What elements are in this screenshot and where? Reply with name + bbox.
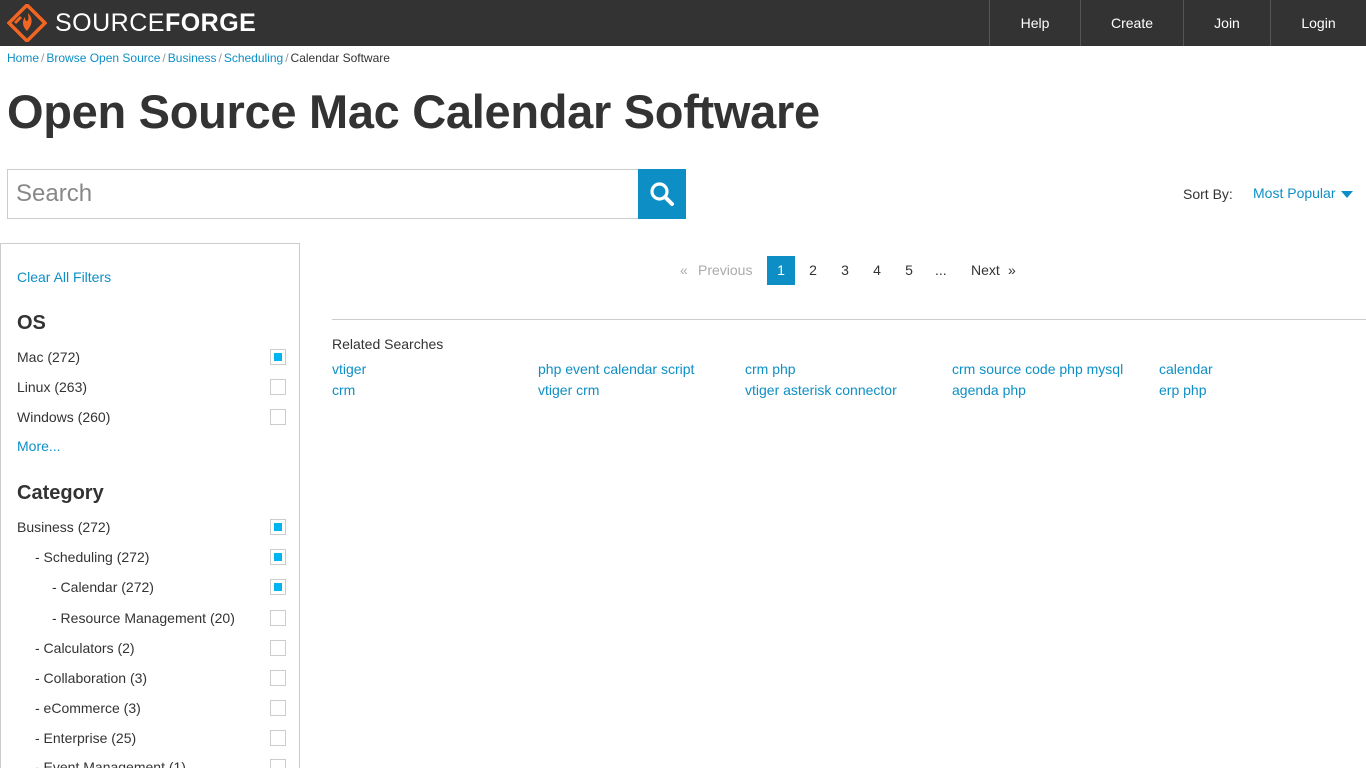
filter-category-ecommerce[interactable]: - eCommerce (3) [17,698,287,718]
filter-checkbox[interactable] [270,700,286,716]
pagination-page-4[interactable]: 4 [863,256,891,285]
filter-label: Windows (260) [17,409,111,425]
logo-wordmark: SOURCEFORGE [55,8,257,37]
related-search-link[interactable]: erp php [1159,382,1206,398]
os-section-title: OS [17,312,46,334]
filter-category-calculators[interactable]: - Calculators (2) [17,638,287,658]
search-input[interactable] [7,169,639,219]
pagination-page-5[interactable]: 5 [895,256,923,285]
filter-checkbox[interactable] [270,610,286,626]
related-search-link[interactable]: agenda php [952,382,1026,398]
filter-label: - Enterprise (25) [35,730,137,746]
filter-checkbox[interactable] [270,409,286,425]
breadcrumb-current: Calendar Software [290,51,390,65]
search-form [7,169,687,219]
filter-label: - Scheduling (272) [35,549,150,565]
filter-category-enterprise[interactable]: - Enterprise (25) [17,728,287,748]
breadcrumb-separator: / [285,51,289,65]
filter-checkbox[interactable] [270,730,286,746]
related-searches-title: Related Searches [332,336,444,352]
page-title: Open Source Mac Calendar Software [7,85,820,138]
filter-label: Linux (263) [17,379,88,395]
pagination-next[interactable]: Next [971,256,1000,285]
pagination-next-arrow[interactable]: » [1008,256,1016,285]
related-search-link[interactable]: crm source code php mysql [952,361,1123,377]
breadcrumb-separator: / [218,51,222,65]
nav-create-link[interactable]: Create [1080,0,1183,46]
filter-category-collaboration[interactable]: - Collaboration (3) [17,668,287,688]
breadcrumb-scheduling[interactable]: Scheduling [224,51,283,65]
related-search-link[interactable]: php event calendar script [538,361,694,377]
filter-label: - Event Management (1) [35,759,186,768]
sort-dropdown[interactable]: Most Popular [1253,185,1354,201]
breadcrumb-business[interactable]: Business [168,51,217,65]
top-nav-links: Help Create Join Login [989,0,1366,46]
breadcrumb-home[interactable]: Home [7,51,39,65]
search-button[interactable] [638,169,686,219]
search-icon [650,182,674,206]
sort-by-label: Sort By: [1183,186,1233,202]
filter-label: - Collaboration (3) [35,670,148,686]
breadcrumb-separator: / [41,51,45,65]
related-search-link[interactable]: crm php [745,361,796,377]
nav-login-link[interactable]: Login [1270,0,1366,46]
caret-down-icon [1341,190,1354,198]
os-more-link[interactable]: More... [17,438,61,454]
filter-os-mac[interactable]: Mac (272) [17,347,287,367]
pagination-ellipsis: ... [935,262,947,278]
filter-label: Mac (272) [17,349,81,365]
filter-category-business[interactable]: Business (272) [17,517,287,537]
filter-label: Business (272) [17,519,111,535]
filter-label: - Calculators (2) [35,640,135,656]
filter-os-linux[interactable]: Linux (263) [17,377,287,397]
filter-label: - Resource Management (20) [52,610,235,626]
filter-checkbox[interactable] [270,549,286,565]
filter-os-windows[interactable]: Windows (260) [17,407,287,427]
pagination-prev-arrow: « [680,262,688,278]
pagination-page-1[interactable]: 1 [767,256,795,285]
related-search-link[interactable]: vtiger crm [538,382,599,398]
category-section-title: Category [17,482,104,504]
filter-checkbox[interactable] [270,579,286,595]
filter-checkbox[interactable] [270,349,286,365]
breadcrumb-browse-open-source[interactable]: Browse Open Source [46,51,160,65]
filter-category-event-management[interactable]: - Event Management (1) [17,757,287,768]
filter-sidebar: Clear All Filters OS Mac (272) Linux (26… [0,243,300,768]
pagination-page-3[interactable]: 3 [831,256,859,285]
breadcrumb: Home / Browse Open Source / Business / Schedul… [7,51,390,65]
sort-selected-value: Most Popular [1253,185,1336,201]
filter-label: - eCommerce (3) [35,700,141,716]
filter-category-resource-management[interactable]: - Resource Management (20) [17,608,287,628]
breadcrumb-separator: / [162,51,166,65]
top-navigation-bar: SOURCEFORGE Help Create Join Login [0,0,1366,46]
content-divider [332,319,1366,320]
sourceforge-logo-icon [7,4,47,42]
nav-join-link[interactable]: Join [1183,0,1270,46]
filter-checkbox[interactable] [270,640,286,656]
related-search-link[interactable]: vtiger asterisk connector [745,382,897,398]
pagination-previous: Previous [698,262,753,278]
filter-checkbox[interactable] [270,379,286,395]
pagination-page-2[interactable]: 2 [799,256,827,285]
filter-checkbox[interactable] [270,670,286,686]
filter-category-scheduling[interactable]: - Scheduling (272) [17,547,287,567]
filter-checkbox[interactable] [270,519,286,535]
sourceforge-logo[interactable]: SOURCEFORGE [7,4,256,42]
filter-category-calendar[interactable]: - Calendar (272) [17,577,287,597]
nav-help-link[interactable]: Help [989,0,1080,46]
pagination: « Previous 1 2 3 4 5 ... Next » [0,256,1366,285]
filter-checkbox[interactable] [270,759,286,768]
related-search-link[interactable]: calendar [1159,361,1213,377]
filter-label: - Calendar (272) [52,579,154,595]
related-search-link[interactable]: crm [332,382,355,398]
related-search-link[interactable]: vtiger [332,361,366,377]
